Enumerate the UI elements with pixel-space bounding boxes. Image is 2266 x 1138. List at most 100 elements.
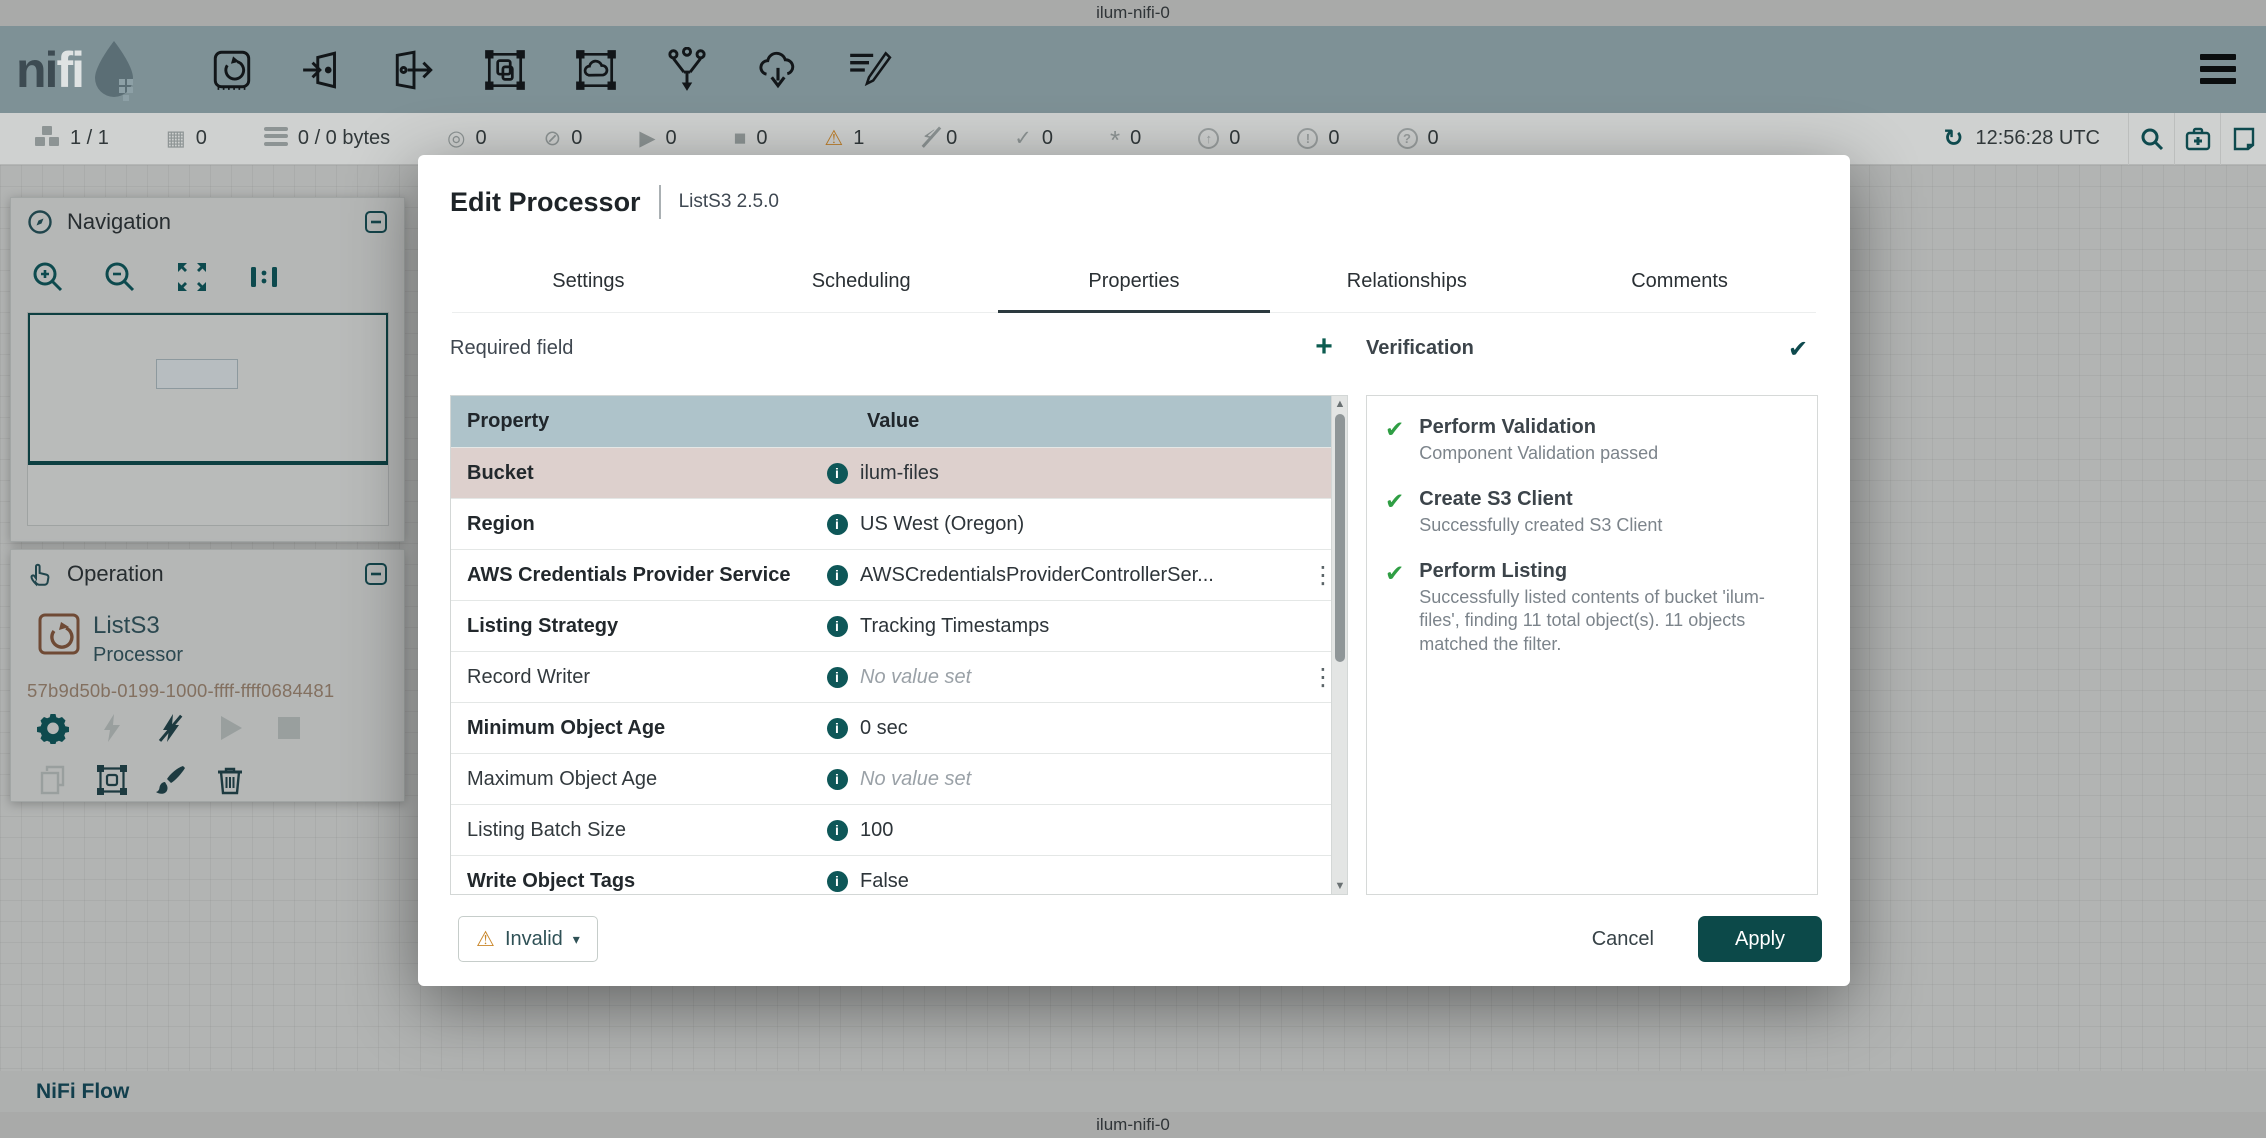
property-value[interactable]: No value set (859, 768, 1299, 791)
breadcrumb-nifi-flow[interactable]: NiFi Flow (36, 1080, 129, 1104)
zoom-actual-size-icon[interactable] (247, 260, 281, 294)
edit-processor-dialog: Edit Processor ListS3 2.5.0 SettingsSche… (418, 155, 1850, 986)
stop-square-icon[interactable] (273, 712, 305, 744)
add-property-icon[interactable]: + (1302, 325, 1346, 369)
property-row-region[interactable]: Region i US West (Oregon) ⋮ (451, 498, 1347, 549)
funnel-icon[interactable] (664, 47, 710, 93)
table-scrollbar[interactable]: ▲ ▼ (1331, 396, 1347, 894)
property-row-bucket[interactable]: Bucket i ilum-files ⋮ (451, 447, 1347, 498)
scroll-down-arrow[interactable]: ▼ (1332, 880, 1348, 892)
group-select-icon[interactable] (96, 764, 128, 796)
status-count: 1 / 1 (70, 127, 109, 150)
output-port-icon[interactable] (391, 47, 437, 93)
refresh-control[interactable]: ↻ 12:56:28 UTC (1943, 124, 2100, 153)
status-stale: ↑ 0 (1198, 127, 1240, 150)
status-count: 0 / 0 bytes (298, 127, 390, 150)
status-count: 0 (666, 127, 677, 150)
property-name: Listing Batch Size (451, 819, 815, 842)
check-icon: ✔ (1385, 418, 1404, 466)
validation-status-button[interactable]: ⚠ Invalid ▾ (458, 916, 598, 962)
tab-scheduling[interactable]: Scheduling (725, 251, 998, 312)
status-transmitting: ◎ 0 (447, 126, 486, 151)
collapse-navigation-icon[interactable] (364, 210, 388, 234)
verification-item-perform-validation: ✔ Perform Validation Component Validatio… (1367, 396, 1817, 468)
property-row-minimum-object-age[interactable]: Minimum Object Age i 0 sec ⋮ (451, 702, 1347, 753)
property-value[interactable]: 100 (859, 819, 1299, 842)
delete-trash-icon[interactable] (214, 764, 246, 796)
property-row-write-object-tags[interactable]: Write Object Tags i False ⋮ (451, 855, 1347, 895)
info-icon: i (827, 565, 848, 586)
cancel-button[interactable]: Cancel (1592, 928, 1654, 951)
status-threads: ▦ 0 (166, 126, 207, 151)
selected-component-type: Processor (93, 644, 183, 667)
status-count: 1 (853, 127, 864, 150)
refresh-icon[interactable]: ↻ (1943, 124, 1963, 153)
property-name: AWS Credentials Provider Service (451, 564, 815, 587)
operation-panel-title: Operation (67, 561, 164, 587)
last-refresh-time: 12:56:28 UTC (1975, 127, 2100, 150)
zoom-fit-icon[interactable] (175, 260, 209, 294)
property-value[interactable]: Tracking Timestamps (859, 615, 1299, 638)
not-transmitting-icon: ⊘ (544, 126, 562, 151)
logo-text-light: fi (56, 45, 83, 95)
navigation-panel-header: Navigation (11, 198, 404, 246)
template-icon[interactable] (755, 47, 801, 93)
property-row-listing-batch-size[interactable]: Listing Batch Size i 100 ⋮ (451, 804, 1347, 855)
process-group-icon[interactable] (482, 47, 528, 93)
verification-step-description: Successfully listed contents of bucket '… (1419, 586, 1791, 657)
up-to-date-icon: ✓ (1014, 126, 1032, 151)
birdseye-minimap[interactable] (27, 312, 389, 526)
collapse-operation-icon[interactable] (364, 562, 388, 586)
dialog-title: Edit Processor (450, 187, 641, 218)
verify-properties-icon[interactable]: ✔ (1776, 327, 1820, 371)
verification-step-description: Component Validation passed (1419, 442, 1658, 466)
color-brush-icon[interactable] (155, 764, 187, 796)
tab-properties[interactable]: Properties (998, 251, 1271, 312)
property-value[interactable]: ilum-files (859, 462, 1299, 485)
remote-process-group-icon[interactable] (573, 47, 619, 93)
verification-label: Verification (1366, 337, 1474, 360)
bottom-title: ilum-nifi-0 (1096, 1115, 1170, 1135)
info-icon: i (827, 769, 848, 790)
enable-lightning-icon[interactable] (96, 712, 128, 744)
tab-relationships[interactable]: Relationships (1270, 251, 1543, 312)
flow-status-page-icon[interactable] (2220, 113, 2266, 165)
scrollbar-thumb[interactable] (1335, 414, 1345, 662)
property-value[interactable]: 0 sec (859, 717, 1299, 740)
configure-gear-icon[interactable] (37, 712, 69, 744)
hand-pointer-icon (27, 561, 53, 587)
property-value[interactable]: False (859, 870, 1299, 893)
scroll-up-arrow[interactable]: ▲ (1332, 398, 1348, 410)
status-count: 0 (946, 127, 957, 150)
global-menu-icon[interactable] (2200, 54, 2236, 84)
input-port-icon[interactable] (300, 47, 346, 93)
property-value[interactable]: No value set (859, 666, 1299, 689)
tab-settings[interactable]: Settings (452, 251, 725, 312)
status-queue: 0 / 0 bytes (264, 123, 390, 154)
processor-icon[interactable] (209, 47, 255, 93)
label-icon[interactable] (846, 47, 892, 93)
info-icon: i (827, 667, 848, 688)
property-value[interactable]: AWSCredentialsProviderControllerSer... (859, 564, 1299, 587)
status-items: 1 / 1 ▦ 0 0 / 0 bytes ◎ 0 ⊘ 0 ▶ 0 ■ 0 ⚠ … (0, 123, 1496, 154)
property-row-listing-strategy[interactable]: Listing Strategy i Tracking Timestamps ⋮ (451, 600, 1347, 651)
minimap-viewport[interactable] (28, 313, 388, 465)
disable-lightning-icon[interactable] (155, 712, 187, 744)
status-count: 0 (1428, 127, 1439, 150)
property-row-record-writer[interactable]: Record Writer i No value set ⋮ (451, 651, 1347, 702)
apply-button[interactable]: Apply (1698, 916, 1822, 962)
compass-icon (27, 209, 53, 235)
zoom-out-icon[interactable] (103, 260, 137, 294)
zoom-in-icon[interactable] (31, 260, 65, 294)
check-icon: ✔ (1385, 562, 1404, 657)
start-play-icon[interactable] (214, 712, 246, 744)
search-icon[interactable] (2128, 113, 2174, 165)
copy-icon[interactable] (37, 764, 69, 796)
property-value[interactable]: US West (Oregon) (859, 513, 1299, 536)
selected-processor-icon (35, 610, 83, 658)
property-row-aws-credentials-provider-service[interactable]: AWS Credentials Provider Service i AWSCr… (451, 549, 1347, 600)
verification-item-perform-listing: ✔ Perform Listing Successfully listed co… (1367, 540, 1817, 659)
property-row-maximum-object-age[interactable]: Maximum Object Age i No value set ⋮ (451, 753, 1347, 804)
tab-comments[interactable]: Comments (1543, 251, 1816, 312)
first-aid-kit-icon[interactable] (2174, 113, 2220, 165)
